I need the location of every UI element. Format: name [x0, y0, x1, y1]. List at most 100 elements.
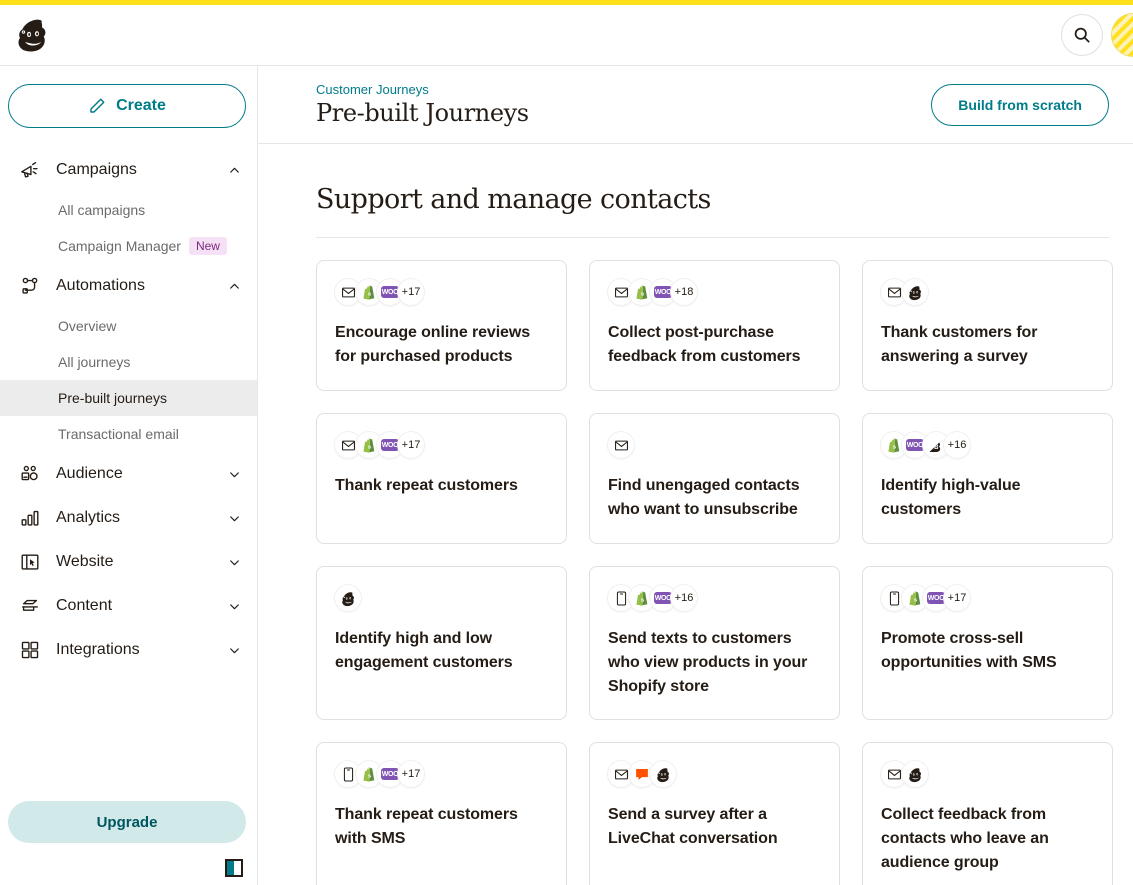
- sidebar-label-campaign-manager: Campaign Manager: [58, 238, 181, 254]
- mailchimp-icon: [650, 761, 676, 787]
- card-icon-row: [608, 430, 821, 460]
- card-icon-row: [881, 759, 1094, 789]
- sidebar-item-automations[interactable]: Automations: [0, 264, 257, 308]
- integrations-icon: [18, 638, 42, 662]
- journey-card-grid: s WOO +17 Encourage online reviews for purc…: [316, 260, 1113, 885]
- main-content: Customer Journeys Pre-built Journeys Bui…: [258, 66, 1133, 885]
- chevron-up-icon: [227, 163, 241, 177]
- card-icon-row: s WOO +18: [608, 277, 821, 307]
- sidebar-label-overview: Overview: [58, 318, 117, 334]
- top-bar-actions: [1061, 13, 1133, 57]
- card-icon-row: [608, 759, 821, 789]
- card-icon-row: s WOO +17: [335, 430, 548, 460]
- top-bar: [0, 5, 1133, 66]
- sidebar-label-analytics: Analytics: [56, 509, 121, 526]
- avatar[interactable]: [1111, 13, 1133, 57]
- sidebar: Create Campaigns All campaigns Campaign …: [0, 66, 258, 885]
- sidebar-label-pre-built-journeys: Pre-built journeys: [58, 390, 167, 406]
- create-button-label: Create: [116, 97, 166, 114]
- create-button[interactable]: Create: [8, 84, 246, 128]
- app-root: Create Campaigns All campaigns Campaign …: [0, 0, 1133, 885]
- chevron-down-icon: [227, 599, 241, 613]
- journey-card[interactable]: Find unengaged contacts who want to unsu…: [589, 413, 840, 544]
- audience-icon: [18, 462, 42, 486]
- email-icon: [608, 432, 634, 458]
- journey-card[interactable]: Thank customers for answering a survey: [862, 260, 1113, 391]
- mailchimp-icon: [902, 761, 928, 787]
- journey-card[interactable]: s WOO +18 Collect post-purchase feedback fr…: [589, 260, 840, 391]
- pencil-icon: [90, 98, 105, 113]
- icon-overflow-count: +16: [671, 585, 697, 611]
- journey-card[interactable]: Collect feedback from contacts who leave…: [862, 742, 1113, 885]
- sidebar-label-integrations: Integrations: [56, 641, 140, 658]
- sidebar-label-all-journeys: All journeys: [58, 354, 131, 370]
- journey-card[interactable]: s WOO +17 Thank repeat customers: [316, 413, 567, 544]
- sidebar-item-content[interactable]: Content: [0, 584, 257, 628]
- sidebar-label-automations: Automations: [56, 277, 145, 294]
- sidebar-item-audience[interactable]: Audience: [0, 452, 257, 496]
- section-divider: [316, 237, 1109, 238]
- icon-overflow-count: +17: [398, 761, 424, 787]
- chevron-down-icon: [227, 467, 241, 481]
- icon-overflow-count: +17: [944, 585, 970, 611]
- megaphone-icon: [18, 158, 42, 182]
- page-title: Pre-built Journeys: [316, 99, 529, 127]
- page-header-titles: Customer Journeys Pre-built Journeys: [316, 82, 529, 127]
- card-icon-row: s WOO +17: [335, 277, 548, 307]
- sidebar-label-content: Content: [56, 597, 113, 614]
- sidebar-label-transactional-email: Transactional email: [58, 426, 179, 442]
- sidebar-item-integrations[interactable]: Integrations: [0, 628, 257, 672]
- sidebar-label-campaigns: Campaigns: [56, 161, 137, 178]
- card-title: Encourage online reviews for purchased p…: [335, 324, 530, 365]
- content-area: Support and manage contacts s WOO +17 Encou…: [258, 144, 1133, 885]
- automation-icon: [18, 274, 42, 298]
- sidebar-item-campaigns[interactable]: Campaigns: [0, 148, 257, 192]
- upgrade-button[interactable]: Upgrade: [8, 801, 246, 843]
- card-title: Promote cross-sell opportunities with SM…: [881, 630, 1057, 671]
- content-icon: [18, 594, 42, 618]
- card-icon-row: [335, 583, 548, 613]
- search-icon[interactable]: [1061, 14, 1103, 56]
- chevron-up-icon: [227, 279, 241, 293]
- card-title: Identify high and low engagement custome…: [335, 630, 513, 671]
- chevron-down-icon: [227, 643, 241, 657]
- analytics-icon: [18, 506, 42, 530]
- sidebar-item-analytics[interactable]: Analytics: [0, 496, 257, 540]
- status-badge-new: New: [188, 237, 227, 255]
- sidebar-nav: Campaigns All campaigns Campaign Manager…: [0, 148, 257, 672]
- journey-card[interactable]: s WOO B +16 Identify high-value customers: [862, 413, 1113, 544]
- build-from-scratch-button[interactable]: Build from scratch: [931, 83, 1109, 126]
- card-icon-row: s WOO +16: [608, 583, 821, 613]
- journey-card[interactable]: Identify high and low engagement custome…: [316, 566, 567, 720]
- journey-card[interactable]: s WOO +17 Promote cross-sell opportunities …: [862, 566, 1113, 720]
- sidebar-label-all-campaigns: All campaigns: [58, 202, 146, 218]
- mailchimp-logo[interactable]: [10, 12, 56, 58]
- sidebar-item-all-campaigns[interactable]: All campaigns: [0, 192, 257, 228]
- card-title: Collect post-purchase feedback from cust…: [608, 324, 801, 365]
- journey-card[interactable]: s WOO +17 Encourage online reviews for purc…: [316, 260, 567, 391]
- journey-card[interactable]: Send a survey after a LiveChat conversat…: [589, 742, 840, 885]
- card-title: Find unengaged contacts who want to unsu…: [608, 477, 800, 518]
- chevron-down-icon: [227, 511, 241, 525]
- mailchimp-icon: [902, 279, 928, 305]
- icon-overflow-count: +17: [398, 279, 424, 305]
- card-title: Send a survey after a LiveChat conversat…: [608, 806, 778, 847]
- sidebar-label-audience: Audience: [56, 465, 123, 482]
- sidebar-item-website[interactable]: Website: [0, 540, 257, 584]
- journey-card[interactable]: s WOO +17 Thank repeat customers with SMS: [316, 742, 567, 885]
- sidebar-item-overview[interactable]: Overview: [0, 308, 257, 344]
- sidebar-item-all-journeys[interactable]: All journeys: [0, 344, 257, 380]
- sidebar-item-pre-built-journeys[interactable]: Pre-built journeys: [0, 380, 257, 416]
- sidebar-collapse-toggle-icon[interactable]: [225, 859, 243, 877]
- sidebar-item-campaign-manager[interactable]: Campaign Manager New: [0, 228, 257, 264]
- sidebar-item-transactional-email[interactable]: Transactional email: [0, 416, 257, 452]
- page-header: Customer Journeys Pre-built Journeys Bui…: [258, 66, 1133, 144]
- icon-overflow-count: +18: [671, 279, 697, 305]
- mailchimp-icon: [335, 585, 361, 611]
- website-icon: [18, 550, 42, 574]
- breadcrumb[interactable]: Customer Journeys: [316, 82, 529, 97]
- card-title: Thank repeat customers: [335, 477, 518, 494]
- sidebar-label-website: Website: [56, 553, 114, 570]
- icon-overflow-count: +17: [398, 432, 424, 458]
- journey-card[interactable]: s WOO +16 Send texts to customers who view …: [589, 566, 840, 720]
